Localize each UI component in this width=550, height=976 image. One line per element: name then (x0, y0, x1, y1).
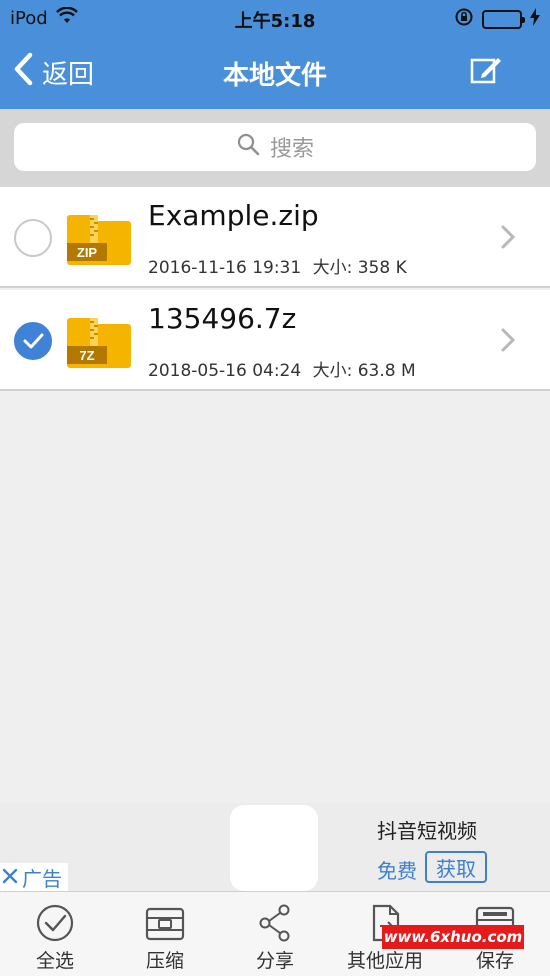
search-placeholder: 搜索 (269, 137, 314, 162)
ad-get-button[interactable]: 获取 (425, 851, 487, 883)
svg-text:ZIP: ZIP (77, 245, 98, 260)
file-size: 大小: 63.8 M (312, 361, 416, 381)
save-label: 保存 (475, 950, 514, 972)
svg-text:7Z: 7Z (79, 348, 94, 363)
compress-button[interactable]: 压缩 (110, 892, 220, 976)
search-icon (236, 132, 260, 162)
search-bar-container: 搜索 (0, 109, 550, 187)
file-meta: 2018-05-16 04:24 大小: 63.8 M (148, 356, 416, 381)
file-meta: 2016-11-16 19:31 大小: 358 K (148, 253, 407, 278)
close-icon[interactable] (2, 865, 18, 889)
status-bar: iPod 上午5:18 (0, 0, 550, 36)
share-icon (259, 904, 290, 942)
checkmark-icon (23, 333, 44, 349)
file-date: 2016-11-16 19:31 (148, 258, 302, 278)
file-list: ZIP Example.zip 2016-11-16 19:31 大小: 358… (0, 187, 550, 393)
check-circle-icon (36, 904, 74, 942)
charging-icon (530, 8, 540, 31)
navigation-bar: 返回 本地文件 (0, 36, 550, 109)
battery-icon (482, 10, 525, 29)
file-row[interactable]: 7Z 135496.7z 2018-05-16 04:24 大小: 63.8 M (0, 290, 550, 391)
file-name: Example.zip (148, 199, 319, 232)
archive-box-icon (145, 907, 185, 941)
select-checkbox-checked[interactable] (14, 322, 52, 360)
page-title: 本地文件 (222, 61, 327, 91)
ad-app-name: 抖音短视频 (377, 819, 477, 843)
ad-free-label: 免费 (377, 859, 417, 883)
ad-tag[interactable]: 广告 (0, 863, 68, 891)
share-button[interactable]: 分享 (220, 892, 330, 976)
edit-button[interactable] (470, 54, 502, 86)
file-date: 2018-05-16 04:24 (148, 361, 302, 381)
select-all-label: 全选 (35, 950, 74, 972)
top-bar: iPod 上午5:18 返回 本地文件 (0, 0, 550, 109)
zip-folder-icon: ZIP (64, 207, 134, 267)
site-watermark: www.6xhuo.com (382, 925, 524, 949)
file-size: 大小: 358 K (312, 258, 407, 278)
chevron-right-icon (500, 328, 516, 352)
select-all-button[interactable]: 全选 (0, 892, 110, 976)
status-right (454, 7, 540, 32)
compress-label: 压缩 (145, 950, 184, 972)
compose-icon (470, 58, 501, 84)
ad-tag-label: 广告 (22, 866, 62, 891)
other-apps-label: 其他应用 (346, 950, 423, 972)
share-label: 分享 (255, 950, 294, 972)
ad-banner[interactable]: 抖音短视频 免费 获取 广告 (0, 803, 550, 891)
search-input[interactable]: 搜索 (14, 123, 536, 171)
ad-app-icon[interactable] (230, 805, 318, 891)
file-name: 135496.7z (148, 302, 297, 335)
select-checkbox[interactable] (14, 219, 52, 257)
chevron-right-icon (500, 225, 516, 249)
7z-folder-icon: 7Z (64, 310, 134, 370)
file-row[interactable]: ZIP Example.zip 2016-11-16 19:31 大小: 358… (0, 187, 550, 288)
rotation-lock-icon (454, 7, 474, 32)
